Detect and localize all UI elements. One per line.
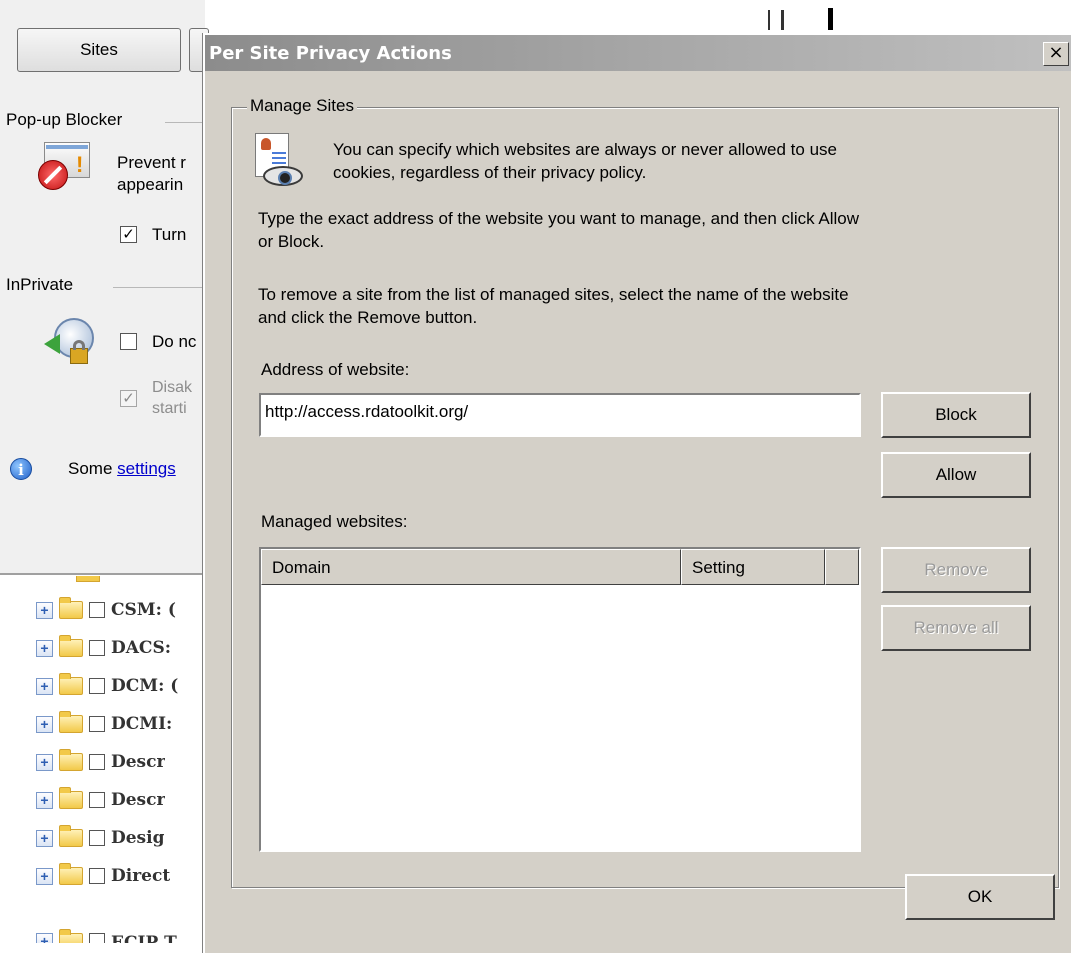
expand-plus-icon[interactable]: + [36,715,53,733]
close-button[interactable]: × [1043,42,1069,66]
close-icon: × [1048,42,1064,63]
intro-text-line: cookies, regardless of their privacy pol… [333,163,647,182]
disable-toolbars-checkbox[interactable]: ✓ [120,390,137,407]
address-input[interactable]: http://access.rdatoolkit.org/ [259,393,861,437]
inprivate-clock-lock-icon [44,318,96,372]
expand-plus-icon[interactable]: + [36,601,53,619]
popup-desc-line: appearin [117,175,184,194]
folder-icon [59,711,83,733]
managed-websites-label: Managed websites: [261,512,408,531]
tree-checkbox[interactable] [89,602,105,618]
tree-checkbox[interactable] [89,868,105,884]
remove-info-text-line: and click the Remove button. [258,308,478,327]
background-bar [781,10,784,30]
background-window-strip [205,0,1071,30]
expand-plus-icon[interactable]: + [36,639,53,657]
info-icon: i [10,458,32,480]
allow-button[interactable]: Allow [881,452,1031,498]
tree-row[interactable]: + CSM: ( [36,597,176,621]
intro-text-line: You can specify which websites are alway… [333,140,837,159]
background-bar [768,10,770,30]
tree-checkbox[interactable] [89,933,105,943]
group-divider [165,122,205,123]
remove-all-button[interactable]: Remove all [881,605,1031,651]
folder-icon [59,749,83,771]
tree-checkbox[interactable] [89,792,105,808]
popup-desc-line: Prevent r [117,153,186,172]
internet-options-panel: Sites Pop-up Blocker ! Prevent r appeari… [0,0,209,575]
folder-icon [76,576,100,582]
setting-column-header[interactable]: Setting [681,549,825,585]
tree-row[interactable]: + Direct [36,863,171,887]
expand-plus-icon[interactable]: + [36,867,53,885]
tree-item-label: DACS: [111,638,172,658]
block-button[interactable]: Block [881,392,1031,438]
ok-button[interactable]: OK [905,874,1055,920]
background-bar [828,8,833,30]
folder-icon [59,863,83,885]
tree-checkbox[interactable] [89,678,105,694]
tree-checkbox[interactable] [89,640,105,656]
tree-row[interactable]: + DACS: [36,635,172,659]
domain-column-header[interactable]: Domain [261,549,681,585]
list-header: Domain Setting [261,549,859,585]
sites-button[interactable]: Sites [17,28,181,72]
empty-column-header [825,549,859,585]
expand-plus-icon[interactable]: + [36,791,53,809]
tree-checkbox[interactable] [89,830,105,846]
expand-plus-icon[interactable]: + [36,677,53,695]
popup-blocker-group-label: Pop-up Blocker [6,110,129,130]
folder-icon [59,929,83,943]
popup-blocker-icon: ! [38,140,92,190]
tree-row[interactable]: + DCM: ( [36,673,179,697]
turn-on-popup-label: Turn [152,225,187,244]
disable-toolbars-label: Disak [152,379,193,396]
eye-icon [263,166,303,186]
tree-item-label: DCMI: [111,714,173,734]
do-not-collect-label: Do nc [152,332,197,351]
tree-item-label: ECIP T [111,933,177,943]
tree-row[interactable]: + Descr [36,787,166,811]
folder-icon [59,635,83,657]
settings-link[interactable]: settings [117,459,176,478]
panel-divider [0,573,205,575]
disable-toolbars-label: starti [152,400,187,417]
tree-item-label: Direct [111,866,171,886]
tree-item-label: DCM: ( [111,676,179,696]
expand-plus-icon[interactable]: + [36,933,53,943]
tree-row[interactable]: + Descr [36,749,166,773]
tree-row[interactable]: + Desig [36,825,165,849]
remove-info-text-line: To remove a site from the list of manage… [258,285,849,304]
dialog-title: Per Site Privacy Actions [209,43,452,64]
folder-icon [59,825,83,847]
instruction-text-line: Type the exact address of the website yo… [258,209,860,228]
tree-item-label: Desig [111,828,165,848]
dialog-titlebar[interactable]: Per Site Privacy Actions × [205,35,1071,71]
manage-sites-legend: Manage Sites [247,96,357,116]
tree-row[interactable]: + DCMI: [36,711,173,735]
tree-row[interactable]: + ECIP T [36,903,177,943]
some-settings-text: Some settings [68,459,176,478]
folder-icon [59,787,83,809]
remove-button[interactable]: Remove [881,547,1031,593]
tree-item-label: CSM: ( [111,600,176,620]
tree-item-label: Descr [111,790,166,810]
inprivate-group-label: InPrivate [6,275,80,295]
folder-icon [59,673,83,695]
per-site-privacy-dialog: Per Site Privacy Actions × Manage Sites … [203,33,1071,953]
folder-icon [59,597,83,619]
tree-item-label: Descr [111,752,166,772]
tree-checkbox[interactable] [89,716,105,732]
address-label: Address of website: [261,360,410,379]
group-divider [113,287,205,288]
tree-checkbox[interactable] [89,754,105,770]
turn-on-popup-checkbox[interactable]: ✓ [120,226,137,243]
expand-plus-icon[interactable]: + [36,829,53,847]
managed-websites-list[interactable]: Domain Setting [259,547,861,852]
instruction-text-line: or Block. [258,232,325,251]
do-not-collect-checkbox[interactable] [120,333,137,350]
expand-plus-icon[interactable]: + [36,753,53,771]
